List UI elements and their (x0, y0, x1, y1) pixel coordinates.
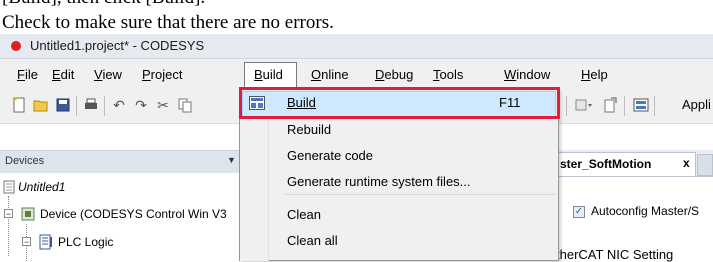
devices-panel-title: Devices (5, 155, 45, 167)
editor-tab-label: ster_SoftMotion (560, 157, 652, 171)
active-application-label[interactable]: Appli (682, 97, 711, 112)
build-menu-item-clean[interactable]: Clean (287, 207, 321, 222)
print-icon[interactable] (82, 96, 100, 114)
menu-build[interactable]: Build (254, 64, 283, 86)
menu-debug-rest: ebug (384, 67, 414, 82)
menu-file-rest: ile (24, 67, 38, 82)
build-menu-item-generate-runtime-files[interactable]: Generate runtime system files... (287, 174, 471, 189)
menu-edit[interactable]: Edit (52, 64, 74, 86)
cut-icon[interactable]: ✂ (154, 96, 172, 114)
new-project-icon[interactable] (10, 96, 28, 114)
autoconfig-checkbox[interactable]: ✓ (573, 206, 585, 218)
open-project-icon[interactable] (32, 96, 50, 114)
project-root-icon (3, 180, 15, 197)
tree-collapse-icon[interactable]: − (22, 237, 31, 247)
menu-help[interactable]: Help (581, 64, 608, 86)
toolbar-separator (76, 96, 77, 116)
tree-collapse-icon[interactable]: − (4, 209, 13, 219)
build-menu-item-clean-all[interactable]: Clean all (287, 233, 338, 248)
editor-tab-inactive[interactable] (697, 154, 713, 176)
menu-help-rest: elp (590, 67, 608, 82)
panel-dropdown-icon[interactable]: ▼ (227, 155, 236, 165)
tab-close-icon[interactable]: x (683, 156, 690, 170)
menu-window[interactable]: Window (504, 64, 550, 86)
nic-setting-heading: therCAT NIC Setting (556, 247, 674, 262)
menu-tools-rest: ools (439, 67, 464, 82)
build-menu-item-generate-code[interactable]: Generate code (287, 148, 373, 163)
tree-connector (8, 196, 9, 256)
tree-plc-logic-item[interactable]: PLC Logic (58, 235, 113, 249)
codesys-logo-icon (11, 41, 21, 51)
instruction-caption: [Build], then click [Build]. Check to ma… (0, 0, 713, 34)
build-toolbar-icon[interactable] (632, 96, 650, 114)
toolbar-separator (566, 96, 567, 116)
device-dropdown-icon[interactable] (575, 96, 593, 114)
toolbar-separator (654, 96, 655, 116)
redo-icon[interactable]: ↷ (132, 96, 150, 114)
file-export-icon[interactable] (601, 96, 619, 114)
menu-debug[interactable]: Debug (375, 64, 413, 86)
callout-highlight-box (239, 87, 560, 119)
menu-separator (285, 194, 555, 195)
toolbar-separator (104, 96, 105, 116)
menu-project-rest: roject (150, 67, 183, 82)
menu-edit-rest: dit (60, 67, 75, 82)
caption-text: Check to make sure that there are no err… (2, 12, 334, 33)
autoconfig-label: Autoconfig Master/S (591, 204, 700, 218)
caption-cut-line: [Build], then click [Build]. (2, 0, 205, 8)
menu-file[interactable]: File (17, 64, 38, 86)
menu-online-rest: nline (321, 67, 349, 82)
device-icon (20, 206, 36, 225)
menu-view-rest: iew (102, 67, 122, 82)
tree-root-item[interactable]: Untitled1 (18, 180, 65, 194)
menu-tools[interactable]: Tools (433, 64, 463, 86)
build-menu-item-rebuild[interactable]: Rebuild (287, 122, 331, 137)
tree-device-item[interactable]: Device (CODESYS Control Win V3 (40, 207, 227, 221)
plc-logic-icon (38, 234, 54, 253)
save-project-icon[interactable] (54, 96, 72, 114)
menu-window-rest: indow (516, 67, 551, 82)
copy-icon[interactable] (176, 96, 194, 114)
menu-project[interactable]: Project (142, 64, 182, 86)
menu-build-rest: uild (262, 67, 283, 82)
window-title: Untitled1.project* - CODESYS (30, 38, 205, 53)
toolbar-separator (624, 96, 625, 116)
menu-view[interactable]: View (94, 64, 122, 86)
undo-icon[interactable]: ↶ (110, 96, 128, 114)
menu-online[interactable]: Online (311, 64, 349, 86)
